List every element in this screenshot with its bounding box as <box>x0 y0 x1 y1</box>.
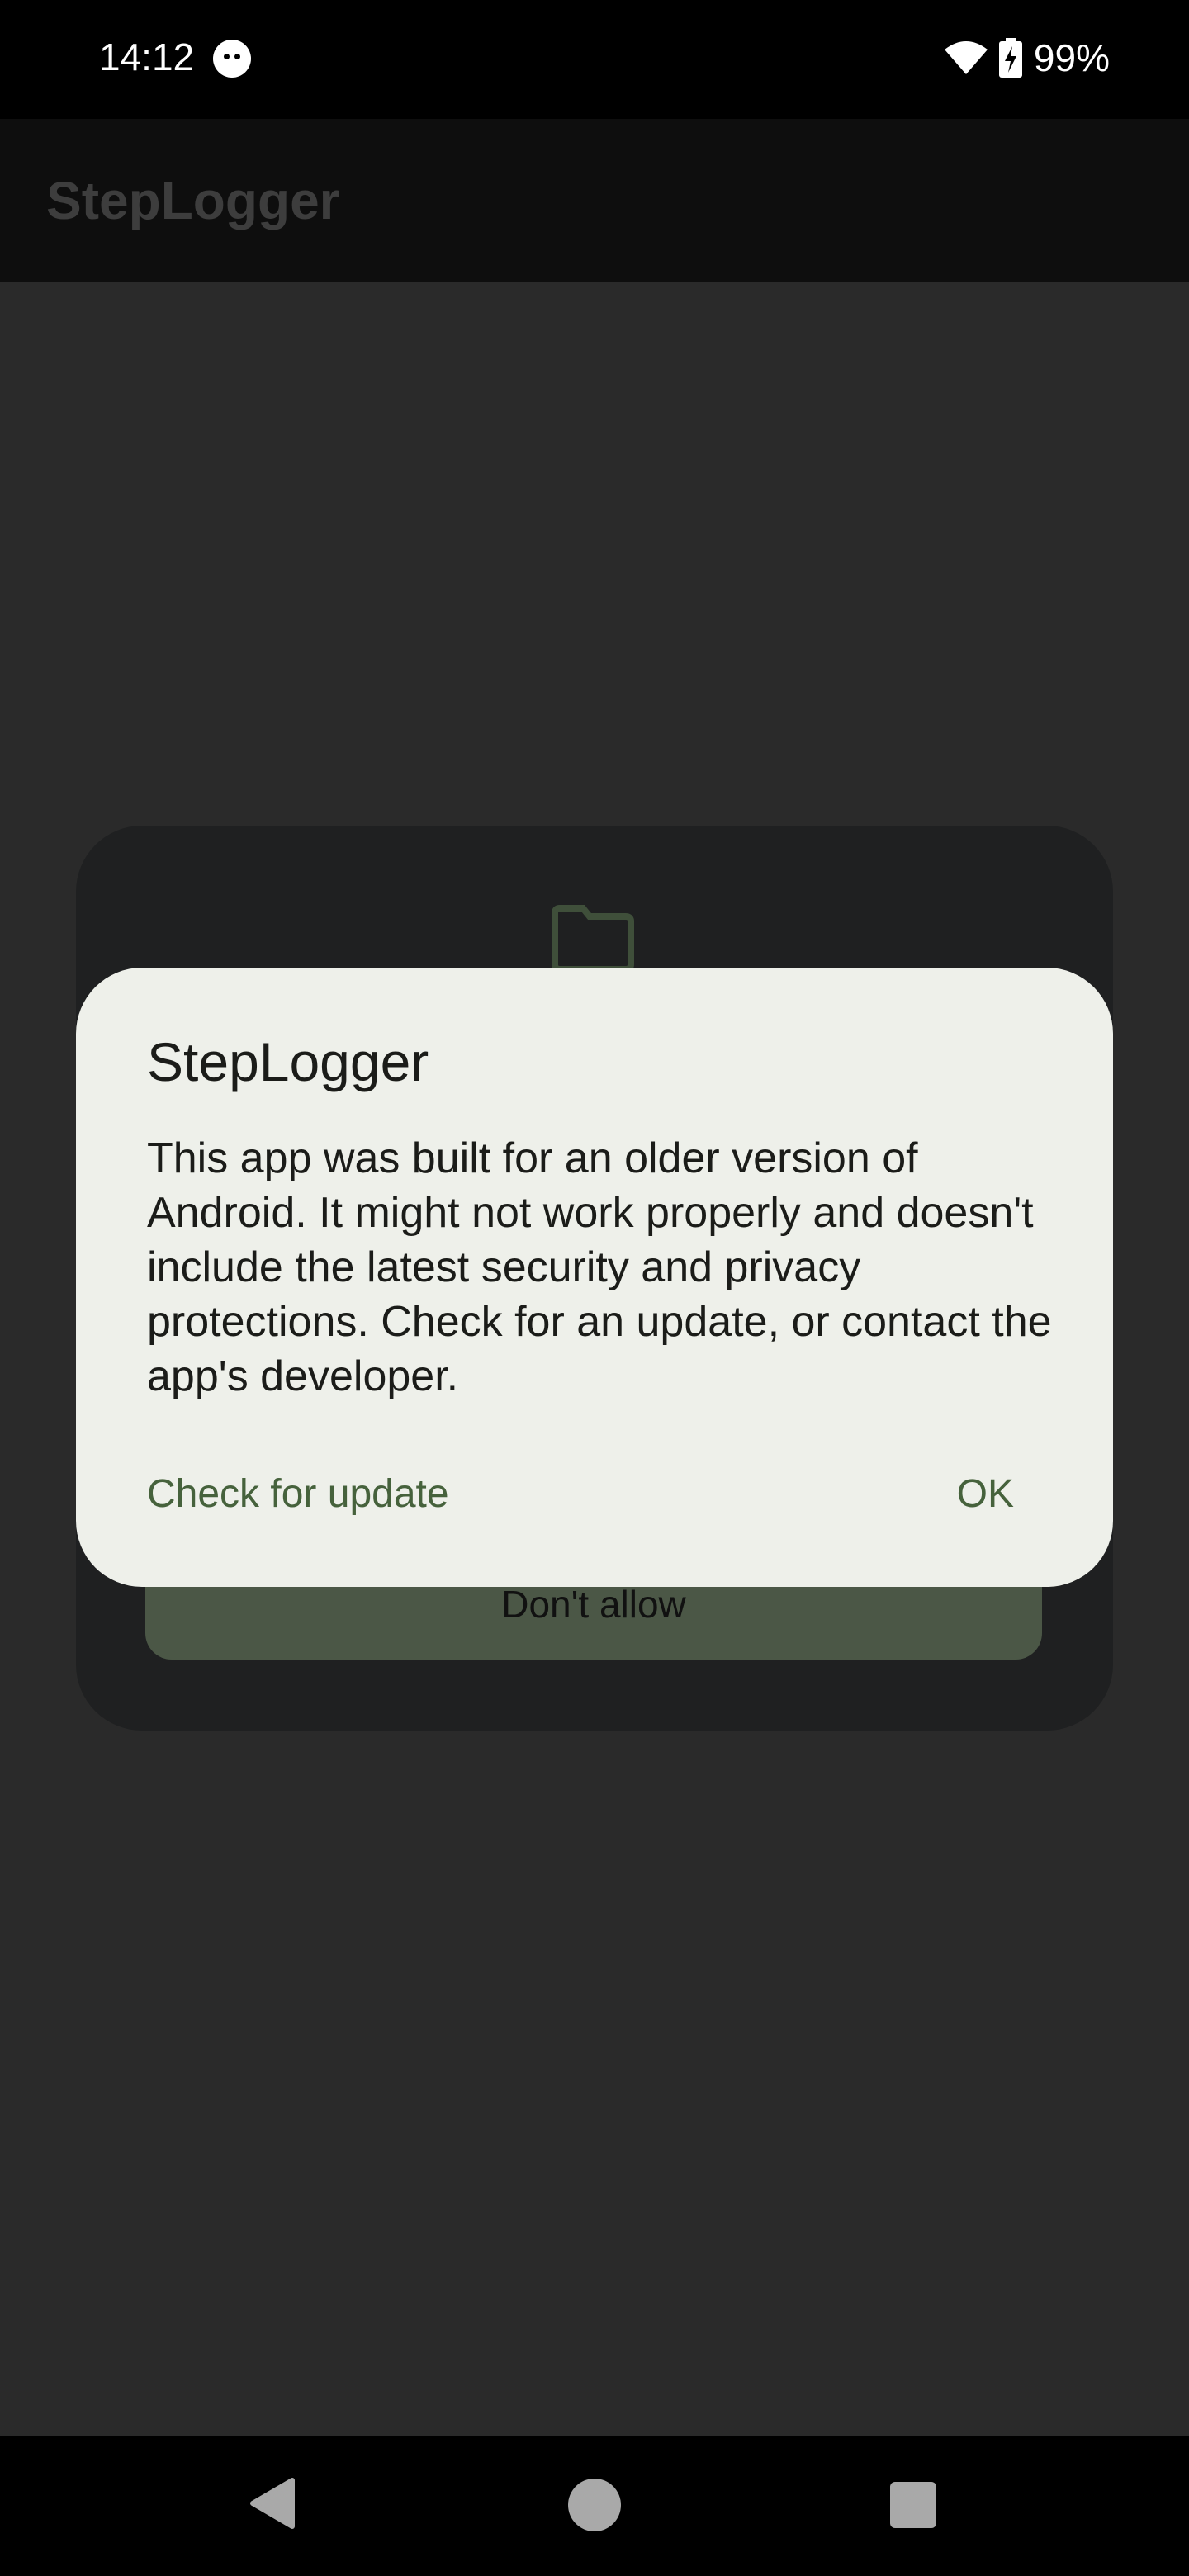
dont-allow-label: Don't allow <box>501 1583 686 1626</box>
compatibility-alert-dialog: StepLogger This app was built for an old… <box>76 968 1113 1587</box>
app-bar: StepLogger <box>0 119 1189 282</box>
navigation-bar <box>0 2436 1189 2576</box>
status-indicators: 99% <box>944 33 1110 83</box>
ok-button[interactable]: OK <box>957 1471 1014 1517</box>
check-for-update-button[interactable]: Check for update <box>147 1471 449 1517</box>
folder-icon <box>552 905 634 975</box>
wifi-icon <box>944 40 988 76</box>
battery-charging-icon <box>998 38 1022 78</box>
battery-percentage: 99% <box>1033 36 1110 79</box>
status-bar: 14:12 99% <box>0 0 1189 119</box>
recents-square-icon[interactable] <box>890 2482 936 2528</box>
cat-face-icon <box>213 40 251 78</box>
back-triangle-icon[interactable] <box>249 2477 296 2534</box>
alert-title: StepLogger <box>147 1031 429 1092</box>
alert-message: This app was built for an older version … <box>147 1134 1052 1400</box>
app-title: StepLogger <box>46 171 340 230</box>
home-circle-icon[interactable] <box>568 2479 621 2531</box>
status-time: 14:12 <box>99 36 195 78</box>
